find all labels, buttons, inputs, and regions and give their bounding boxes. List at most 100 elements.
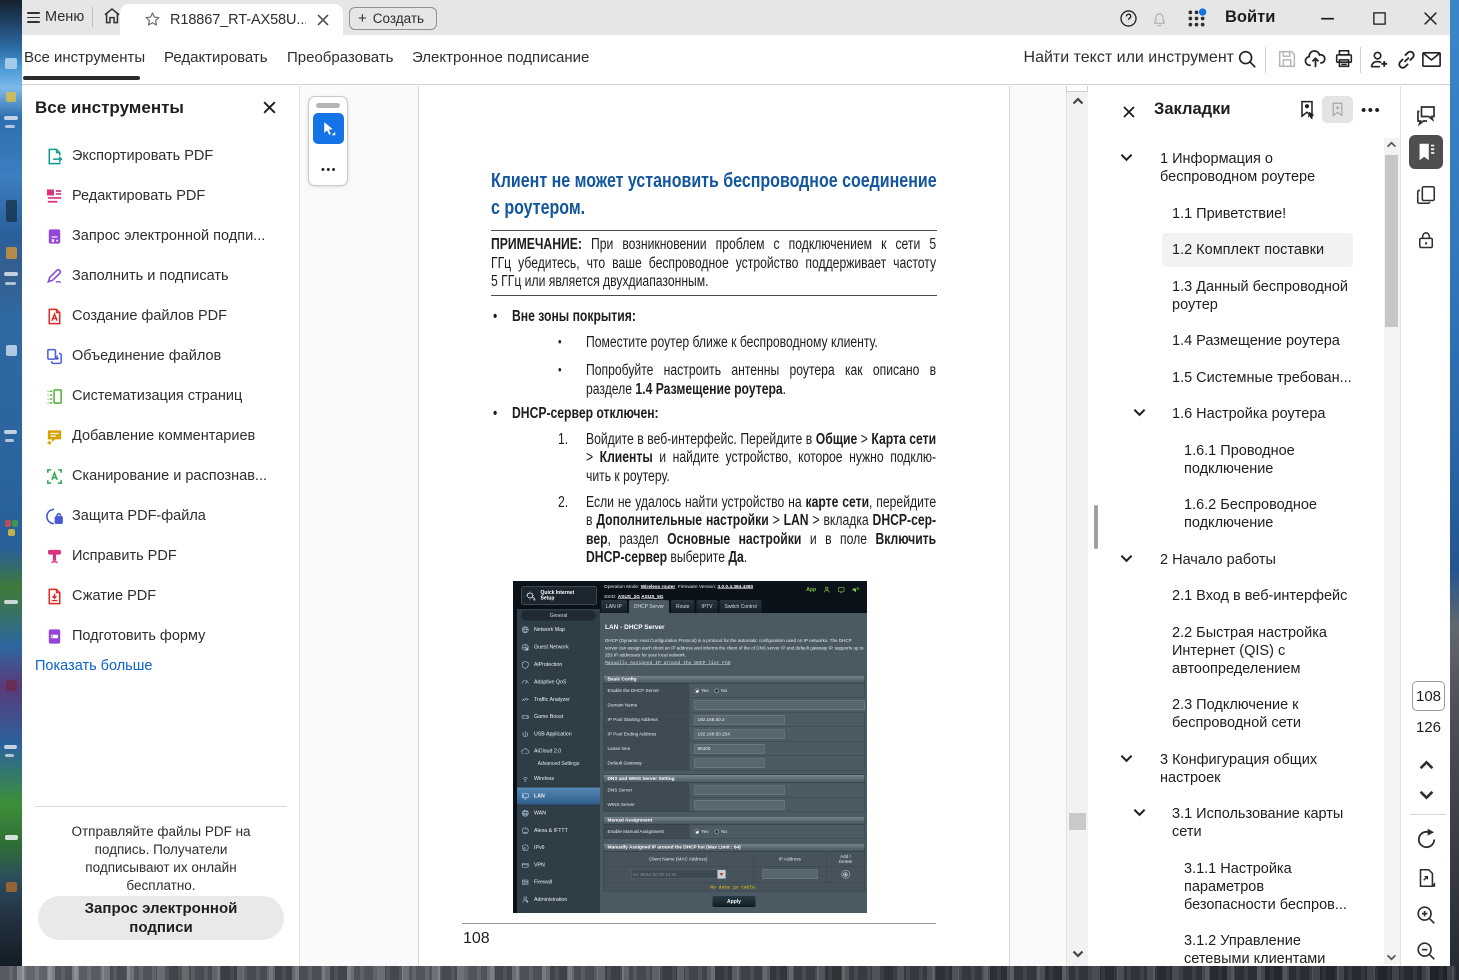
tool-item-4[interactable]: Заполнить и подписать <box>35 256 229 296</box>
router-language-icon[interactable] <box>852 586 860 594</box>
document-tab[interactable]: R18867_RT-AX58U... <box>120 4 343 35</box>
router-nav-item[interactable]: Wireless <box>517 770 600 787</box>
router-input[interactable]: 192.168.50.2 <box>695 715 785 725</box>
menu-button[interactable]: Меню <box>45 9 84 25</box>
request-signatures-button[interactable] <box>1367 48 1391 72</box>
tool-item-10[interactable]: Защита PDF-файла <box>35 496 206 536</box>
search-button[interactable] <box>1236 48 1260 72</box>
bookmark-item[interactable]: 1 Информация о беспроводном роутере <box>1105 150 1355 186</box>
bookmark-item[interactable]: 3.1 Использование карты сети <box>1105 805 1355 841</box>
bookmarks-scrollbar-thumb[interactable] <box>1385 155 1398 327</box>
document-scrollbar-thumb[interactable] <box>1069 813 1086 830</box>
bookmark-item[interactable]: 1.6 Настройка роутера <box>1105 405 1355 423</box>
sign-in-button[interactable]: Войти <box>1225 8 1275 27</box>
bookmarks-options-icon[interactable]: ••• <box>1361 102 1381 119</box>
menu-hamburger-icon[interactable] <box>27 12 40 23</box>
bookmarks-tool-button[interactable] <box>1409 135 1443 169</box>
scroll-up-icon[interactable] <box>1072 97 1084 105</box>
bookmark-expand-icon[interactable] <box>1120 754 1133 763</box>
help-button[interactable] <box>1117 7 1139 29</box>
tools-panel-close-button[interactable] <box>262 100 278 116</box>
comments-tool-button[interactable] <box>1409 98 1443 132</box>
bookmark-item[interactable]: 3.1.1 Настройка параметров безопасности … <box>1105 860 1355 914</box>
floating-toolbar-more-icon[interactable]: ••• <box>309 164 349 176</box>
tool-item-3[interactable]: Запрос электронной подпи... <box>35 216 265 256</box>
create-button[interactable]: + Создать <box>349 7 437 30</box>
tool-item-7[interactable]: Систематизация страниц <box>35 376 242 416</box>
previous-page-button[interactable] <box>1409 748 1443 782</box>
tool-item-9[interactable]: Сканирование и распознав... <box>35 456 267 496</box>
router-nav-item[interactable]: AiProtection <box>517 656 600 673</box>
bookmark-item[interactable]: 1.3 Данный беспроводной роутер <box>1105 278 1355 314</box>
tool-item-6[interactable]: Объединение файлов <box>35 336 221 376</box>
document-scrollbar[interactable] <box>1066 86 1088 966</box>
router-tab[interactable]: LAN IP <box>601 600 627 613</box>
zoom-out-button[interactable] <box>1409 934 1443 966</box>
router-nav-item[interactable]: WAN <box>517 805 600 822</box>
router-user-icon[interactable] <box>823 586 831 594</box>
bookmarks-scroll-up-icon[interactable] <box>1386 141 1397 148</box>
upload-cloud-button[interactable] <box>1304 48 1328 72</box>
next-page-button[interactable] <box>1409 778 1443 812</box>
router-input[interactable] <box>695 700 865 710</box>
tool-item-5[interactable]: Создание файлов PDF <box>35 296 227 336</box>
router-nav-item[interactable]: Alexa & IFTTT <box>517 822 600 839</box>
bookmark-item[interactable]: 2.3 Подключение к беспроводной сети <box>1105 696 1355 732</box>
router-radio-yes[interactable]: Yes <box>695 829 709 834</box>
bookmarks-close-button[interactable] <box>1122 105 1136 119</box>
router-nav-item[interactable]: Firewall <box>517 874 600 891</box>
router-radio-no[interactable]: No <box>715 829 727 834</box>
router-tab[interactable]: DHCP Server <box>629 600 669 613</box>
router-input[interactable] <box>695 758 765 768</box>
window-maximize-button[interactable] <box>1368 7 1390 29</box>
bookmark-item[interactable]: 1.4 Размещение роутера <box>1105 332 1355 350</box>
router-nav-item[interactable]: LAN <box>517 788 600 805</box>
bookmark-item[interactable]: 2 Начало работы <box>1105 551 1355 569</box>
page-number-input[interactable]: 108 <box>1412 681 1445 711</box>
router-nav-item[interactable]: VPN <box>517 857 600 874</box>
current-bookmark-button[interactable] <box>1322 96 1353 123</box>
security-tool-button[interactable] <box>1409 223 1443 257</box>
router-nav-item[interactable]: Guest Network <box>517 639 600 656</box>
find-tool-label[interactable]: Найти текст или инструмент <box>1024 49 1234 67</box>
bookmark-item[interactable]: 2.1 Вход в веб-интерфейс <box>1105 587 1355 605</box>
router-input[interactable] <box>695 785 785 795</box>
share-link-button[interactable] <box>1395 48 1419 72</box>
fit-page-button[interactable] <box>1409 861 1443 895</box>
router-nav-item[interactable]: Adaptive QoS <box>517 674 600 691</box>
router-ip-input[interactable] <box>762 870 817 880</box>
tool-item-8[interactable]: Добавление комментариев <box>35 416 255 456</box>
show-more-link[interactable]: Показать больше <box>35 658 152 674</box>
router-tab[interactable]: Switch Control <box>720 600 762 613</box>
bookmark-item[interactable]: 1.6.1 Проводное подключение <box>1105 442 1355 478</box>
router-nav-item[interactable]: AiCloud 2.0 <box>517 743 600 760</box>
bookmark-item[interactable]: 3 Конфигурация общих настроек <box>1105 751 1355 787</box>
router-faq-link[interactable]: Manually Assigned IP around the DHCP lis… <box>605 660 731 666</box>
email-button[interactable] <box>1420 48 1444 72</box>
router-apply-button[interactable]: Apply <box>712 896 756 908</box>
router-nav-item[interactable]: 6IPv6 <box>517 839 600 856</box>
tool-item-13[interactable]: Подготовить форму <box>35 616 205 656</box>
bookmark-item[interactable]: 1.2 Комплект поставки <box>1105 233 1355 267</box>
add-bookmark-button[interactable] <box>1297 99 1317 119</box>
router-tab[interactable]: Route <box>671 600 694 613</box>
request-esign-button[interactable]: Запрос электронной подписи <box>38 896 284 940</box>
router-nav-item[interactable]: USB Application <box>517 726 600 743</box>
toolbar-tab-esign[interactable]: Электронное подписание <box>412 49 589 66</box>
router-nav-item[interactable]: Network Map <box>517 621 600 638</box>
tool-item-1[interactable]: Экспортировать PDF <box>35 136 213 176</box>
panel-splitter[interactable] <box>1088 86 1105 966</box>
bookmark-expand-icon[interactable] <box>1133 808 1146 817</box>
router-nav-item[interactable]: Game Boost <box>517 708 600 725</box>
router-reboot-icon[interactable] <box>838 586 846 594</box>
router-input[interactable] <box>695 800 785 810</box>
bookmark-expand-icon[interactable] <box>1120 153 1133 162</box>
print-button[interactable] <box>1333 48 1357 72</box>
app-grid-button[interactable] <box>1185 7 1207 29</box>
toolbar-tab-edit[interactable]: Редактировать <box>164 49 268 66</box>
router-tab[interactable]: IPTV <box>696 600 717 613</box>
pages-tool-button[interactable] <box>1409 178 1443 212</box>
splitter-grip[interactable] <box>1094 505 1098 549</box>
bookmarks-scroll-down-icon[interactable] <box>1386 954 1397 961</box>
bookmark-item[interactable]: 1.5 Системные требован... <box>1105 369 1355 387</box>
